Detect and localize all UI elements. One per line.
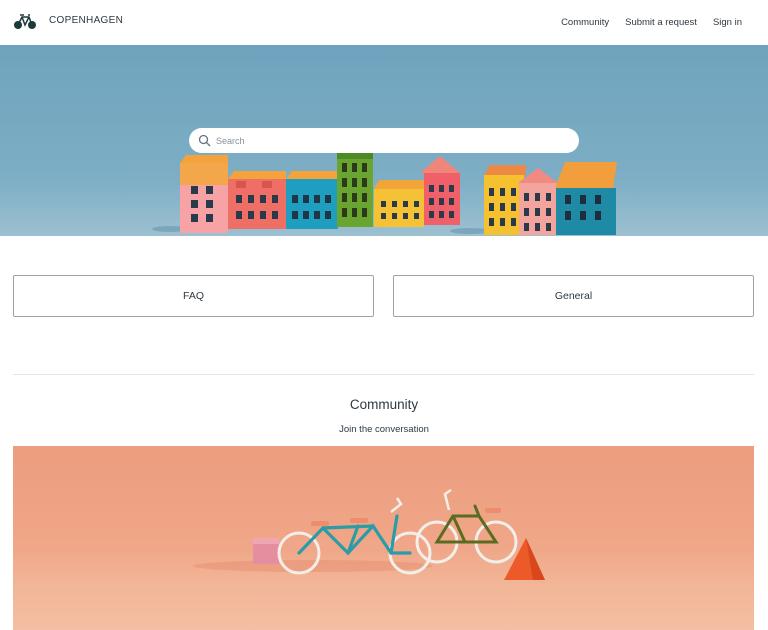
category-faq[interactable]: FAQ — [13, 275, 374, 317]
top-nav: Community Submit a request Sign in — [561, 17, 742, 28]
category-general[interactable]: General — [393, 275, 754, 317]
section-divider — [13, 374, 754, 375]
search-input[interactable] — [216, 133, 566, 149]
search-icon — [198, 134, 211, 147]
community-title: Community — [349, 397, 419, 412]
bicycle-logo-icon[interactable] — [13, 14, 37, 30]
community-subtitle[interactable]: Join the conversation — [0, 424, 768, 435]
hero-banner — [0, 45, 768, 236]
search-bar[interactable] — [189, 128, 579, 153]
bicycles-illustration — [193, 488, 545, 580]
nav-sign-in-link[interactable]: Sign in — [713, 17, 742, 28]
nav-submit-request-link[interactable]: Submit a request — [625, 17, 697, 28]
nav-community-link[interactable]: Community — [561, 17, 609, 28]
site-header: COPENHAGEN Community Submit a request Si… — [0, 0, 768, 45]
brand-name[interactable]: COPENHAGEN — [49, 15, 123, 26]
community-banner[interactable] — [13, 446, 754, 630]
